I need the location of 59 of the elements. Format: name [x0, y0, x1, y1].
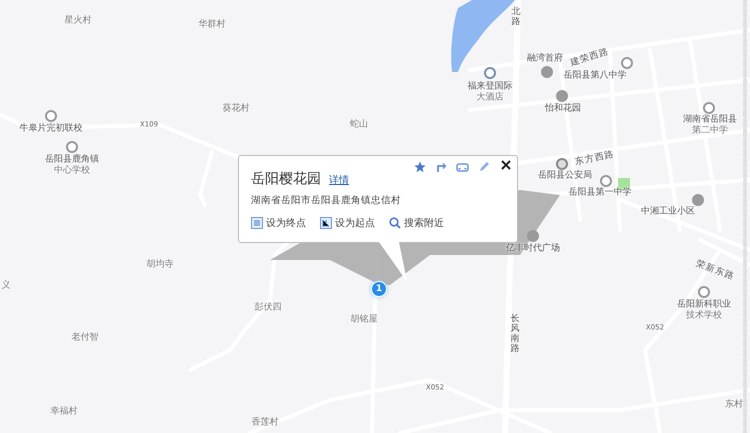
address-text: 湖南省岳阳市岳阳县鹿角镇忠信村 [251, 194, 402, 207]
map-label: 东村 [725, 400, 743, 410]
map-label: 岳阳新科职业 [677, 300, 731, 310]
pencil-icon[interactable] [478, 161, 490, 173]
map-label: 老付智 [72, 332, 98, 344]
map-label: 岳阳县第八中学 [564, 70, 626, 82]
poi-icon[interactable] [556, 90, 568, 102]
poi-icon[interactable] [541, 66, 553, 78]
map-label: 胡铭屋 [350, 314, 378, 326]
map-label: 荣新东路 [694, 259, 736, 283]
poi-icon[interactable] [692, 194, 704, 206]
map-label: 第二中学 [692, 126, 728, 136]
map-label: 大酒店 [476, 92, 504, 104]
close-icon[interactable] [501, 160, 511, 170]
poi-icon[interactable] [484, 67, 496, 79]
map-label: 东方西路 [574, 149, 616, 169]
popup-action-link[interactable]: 搜索附近 [389, 216, 444, 230]
popup-action-link[interactable]: 设为起点 [320, 216, 375, 230]
map-label: 湖南省岳阳县 [683, 114, 737, 125]
poi-icon[interactable] [556, 158, 568, 170]
map-label: 蛇山 [350, 120, 368, 130]
map-label: 岳阳县鹿角镇 [45, 154, 99, 165]
map-label: 岳阳县第一中学 [568, 188, 632, 198]
car-icon[interactable] [456, 161, 469, 173]
poi-icon[interactable] [621, 57, 633, 69]
map-label: 长风南路 [510, 315, 520, 355]
map-label: 葵花村 [222, 104, 250, 114]
details-link[interactable]: 详情 [329, 173, 349, 187]
map-label: 义 [2, 280, 10, 292]
poi-icon[interactable] [698, 286, 710, 298]
map-label: 技术学校 [686, 310, 722, 322]
poi-icon[interactable] [66, 141, 78, 153]
map-label: 岳阳县公安局 [538, 170, 592, 182]
destination-icon [251, 217, 263, 229]
map-label: 彭伏四 [254, 302, 282, 314]
map-label: 亿丰时代广场 [506, 244, 560, 254]
map-label: 牛皋片完初联校 [20, 124, 82, 134]
map-label: 北路 [512, 8, 520, 28]
map-label: 幸福村 [50, 406, 78, 418]
map-label: 中湘工业小区 [641, 206, 695, 218]
share-icon[interactable] [435, 161, 447, 173]
map-label: 星火村 [64, 16, 92, 26]
map-label: 福来登国际 [468, 82, 512, 92]
poi-icon[interactable] [703, 102, 715, 114]
popup-action-link[interactable]: 设为终点 [251, 216, 306, 230]
poi-icon[interactable] [600, 175, 612, 187]
search-icon [389, 217, 401, 229]
map-label: 建荣西路 [569, 46, 611, 70]
map-label: 香莲村 [252, 418, 278, 428]
map-label: 华群村 [198, 20, 226, 30]
poi-icon[interactable] [45, 110, 57, 122]
place-title: 岳阳樱花园 [251, 170, 321, 188]
star-icon[interactable] [414, 161, 426, 173]
map-label: 怡和花园 [545, 104, 581, 114]
origin-icon [320, 217, 332, 229]
map-label: 中心学校 [54, 166, 90, 176]
map-label: 胡均寺 [146, 260, 174, 270]
map-label: 融湾首府 [527, 54, 563, 64]
poi-icon[interactable] [527, 230, 539, 242]
